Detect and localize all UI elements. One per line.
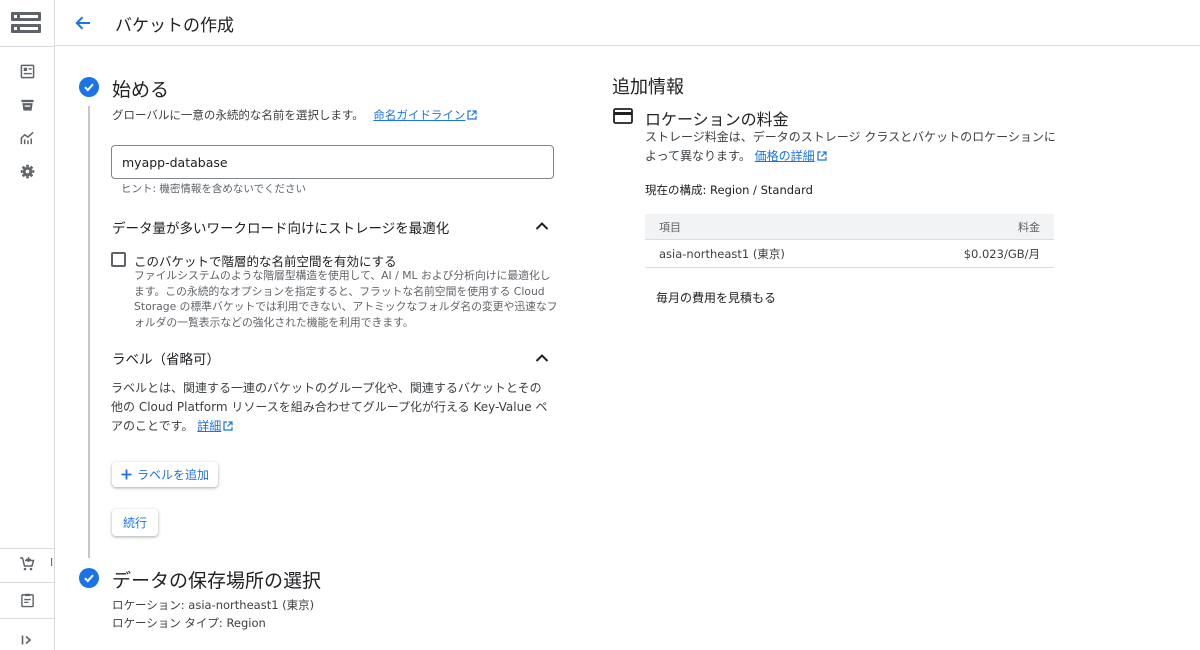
table-row: asia-northeast1 (東京) $0.023/GB/月 [645, 240, 1054, 268]
continue-button[interactable]: 続行 [112, 509, 158, 536]
location-type-value: ロケーション タイプ: Region [112, 616, 266, 630]
row-item: asia-northeast1 (東京) [659, 246, 785, 261]
back-arrow-icon[interactable] [70, 10, 96, 36]
external-link-icon [817, 148, 827, 167]
settings-icon[interactable] [14, 158, 40, 184]
step-title-location: データの保存場所の選択 [112, 570, 322, 592]
bucket-name-input-box [111, 145, 554, 179]
plus-icon [121, 469, 132, 480]
external-link-icon [223, 418, 233, 437]
checkbox-description: ファイルシステムのような階層型構造を使用して、AI / ML および分析向けに最… [134, 269, 558, 329]
expand-rail-icon[interactable] [14, 627, 40, 650]
naming-guidelines-link[interactable]: 命名ガイドライン [373, 108, 477, 122]
storage-logo-icon[interactable] [11, 12, 41, 38]
bucket-name-description: グローバルに一意の永続的な名前を選択します。 命名ガイドライン [112, 107, 477, 123]
step-complete-check-icon [79, 77, 99, 97]
col-item-header: 項目 [659, 220, 681, 234]
input-hint: ヒント: 機密情報を含めないでください [121, 183, 307, 195]
labels-section-heading: ラベル（省略可） [112, 352, 220, 368]
pricing-description: ストレージ料金は、データのストレージ クラスとバケットのロケーションによって異な… [645, 128, 1065, 167]
step-complete-check-icon [79, 568, 99, 588]
page-header: バケットの作成 [55, 0, 1200, 46]
bucket-name-input[interactable] [112, 146, 553, 178]
chevron-up-icon[interactable] [532, 348, 552, 368]
external-link-icon [467, 109, 477, 123]
hierarchical-namespace-checkbox[interactable] [111, 252, 126, 267]
pricing-details-link[interactable]: 価格の詳細 [755, 149, 827, 163]
page-title: バケットの作成 [115, 16, 234, 36]
pricing-table: 項目 料金 asia-northeast1 (東京) $0.023/GB/月 [645, 214, 1054, 268]
chevron-up-icon[interactable] [532, 216, 552, 236]
row-price: $0.023/GB/月 [963, 246, 1040, 261]
monitoring-icon[interactable] [14, 125, 40, 151]
location-pricing-title: ロケーションの料金 [645, 110, 789, 129]
marketplace-icon[interactable] [14, 551, 40, 577]
rail-peek-text: I [50, 556, 54, 569]
estimate-monthly-cost-button[interactable]: 毎月の費用を見積もる [656, 289, 776, 306]
stepper-line [88, 106, 90, 558]
labels-detail-link[interactable]: 詳細 [197, 419, 233, 433]
dashboard-icon[interactable] [14, 58, 40, 84]
current-config: 現在の構成: Region / Standard [645, 183, 813, 197]
optimize-section-heading: データ量が多いワークロード向けにストレージを最適化 [112, 221, 450, 237]
table-header: 項目 料金 [645, 214, 1054, 240]
credit-card-icon [613, 108, 633, 128]
continue-text: 続行 [122, 516, 147, 530]
rail-divider [0, 582, 55, 583]
left-rail: I [0, 0, 55, 650]
release-notes-icon[interactable] [14, 587, 40, 613]
col-price-header: 料金 [1018, 220, 1040, 234]
rail-divider [0, 46, 55, 47]
rail-divider [0, 618, 55, 619]
labels-description: ラベルとは、関連する一連のバケットのグループ化や、関連するバケットとその他の C… [111, 379, 551, 437]
add-label-button[interactable]: ラベルを追加 [112, 462, 218, 487]
bucket-icon[interactable] [14, 91, 40, 117]
location-value: ロケーション: asia-northeast1 (東京) [112, 598, 315, 612]
additional-info-title: 追加情報 [612, 77, 684, 98]
step-title-get-started: 始める [112, 79, 170, 101]
rail-divider [0, 548, 55, 549]
name-desc-text: グローバルに一意の永続的な名前を選択します。 [112, 108, 364, 122]
add-label-text: ラベルを追加 [136, 468, 209, 482]
